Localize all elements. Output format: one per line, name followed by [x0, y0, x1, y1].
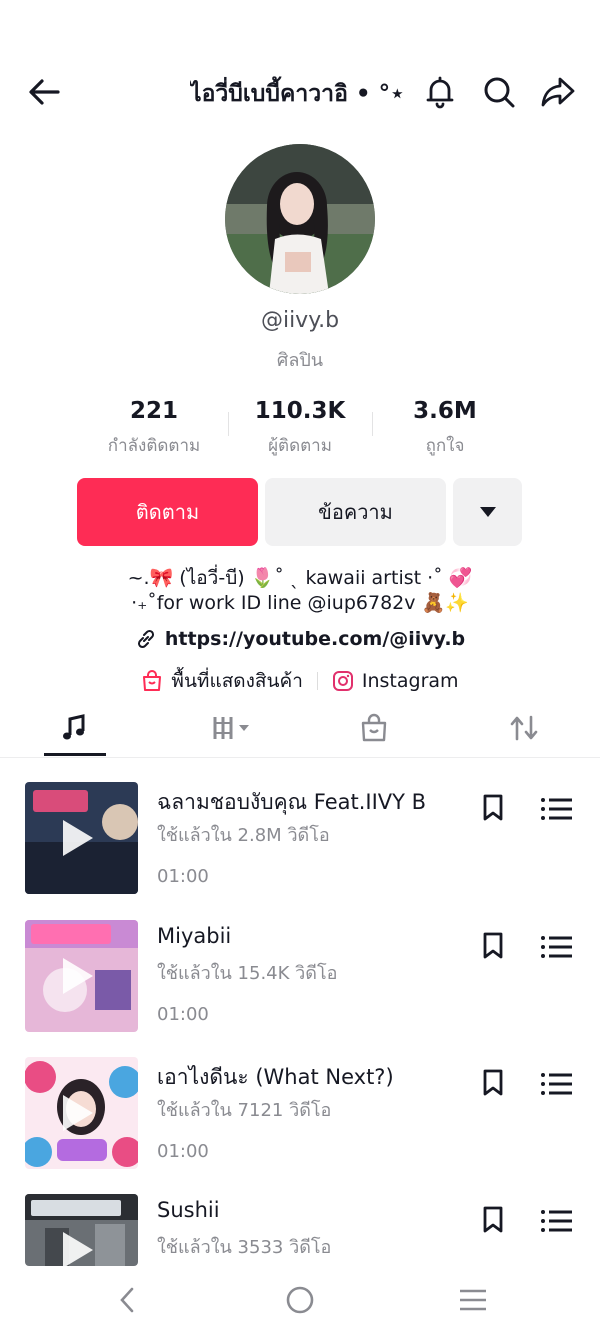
message-button[interactable]: ข้อความ: [265, 478, 446, 546]
instagram-icon: [332, 671, 353, 691]
system-recents-button[interactable]: [453, 1282, 493, 1318]
music-icon: [63, 714, 85, 740]
menu-lines-icon: [460, 1289, 486, 1311]
link-icon: [137, 629, 154, 649]
song-options-icon[interactable]: [540, 1206, 574, 1236]
arrow-left-icon: [29, 79, 60, 105]
repost-icon: [510, 715, 538, 741]
song-thumbnail[interactable]: [25, 1057, 138, 1169]
system-back-button[interactable]: [107, 1282, 147, 1318]
play-icon: [63, 1095, 93, 1131]
stat-label: กำลังติดตาม: [107, 436, 201, 456]
song-duration: 01:00: [157, 866, 209, 887]
list-item[interactable]: เอาไงดีนะ (What Next?) ใช้แล้วใน 7121 วิ…: [0, 1057, 600, 1177]
play-icon: [63, 958, 93, 994]
tab-videos[interactable]: [200, 708, 260, 748]
avatar[interactable]: [225, 144, 375, 294]
play-icon: [63, 820, 93, 856]
song-thumbnail[interactable]: [25, 782, 138, 894]
stat-divider: [372, 412, 373, 436]
song-uses: ใช้แล้วใน 2.8M วิดีโอ: [157, 825, 330, 846]
play-icon: [63, 1232, 93, 1266]
avatar-image: [225, 144, 375, 294]
bookmark-icon[interactable]: [478, 792, 508, 822]
back-button[interactable]: [22, 70, 66, 114]
bookmark-icon[interactable]: [478, 930, 508, 960]
circle-home-icon: [286, 1286, 314, 1314]
share-icon: [541, 77, 575, 107]
profile-extras: พื้นที่แสดงสินค้า Instagram: [0, 666, 600, 696]
active-tab-indicator: [44, 753, 106, 756]
shop-bag-icon: [361, 713, 387, 742]
link-text: https://youtube.com/@iivy.b: [164, 628, 466, 650]
list-item[interactable]: Miyabii ใช้แล้วใน 15.4K วิดีโอ 01:00: [0, 920, 600, 1040]
chevron-left-icon: [120, 1287, 134, 1313]
song-title: เอาไงดีนะ (What Next?): [157, 1065, 394, 1089]
song-title: Sushii: [157, 1198, 220, 1222]
system-home-button[interactable]: [280, 1282, 320, 1318]
bio-line: ·₊˚for work ID line @iup6782v 🧸✨: [131, 592, 469, 614]
song-thumbnail[interactable]: [25, 1194, 138, 1266]
separator: [316, 672, 318, 690]
profile-link[interactable]: https://youtube.com/@iivy.b: [0, 628, 600, 650]
song-uses: ใช้แล้วใน 7121 วิดีโอ: [157, 1100, 332, 1121]
stat-value: 3.6M: [413, 398, 477, 424]
instagram-label: Instagram: [361, 670, 459, 692]
song-options-icon[interactable]: [540, 932, 574, 962]
profile-handle: @iivy.b: [260, 308, 340, 333]
stat-followers[interactable]: 110.3K ผู้ติดตาม: [230, 398, 370, 459]
more-options-button[interactable]: [453, 478, 522, 546]
profile-stats: 221 กำลังติดตาม 110.3K ผู้ติดตาม 3.6M ถู…: [0, 398, 600, 468]
bell-icon: [426, 76, 454, 109]
tab-shop[interactable]: [344, 708, 404, 748]
instagram-link[interactable]: Instagram: [332, 670, 459, 692]
profile-role: ศิลปิน: [276, 350, 324, 371]
showcase-link[interactable]: พื้นที่แสดงสินค้า: [141, 666, 303, 696]
page-title: ไอวี่บีเบบี้คาวาอิ • °⋆: [190, 81, 405, 107]
tab-reposts[interactable]: [494, 708, 554, 748]
grid-icon: [213, 717, 249, 739]
stat-divider: [228, 412, 229, 436]
notifications-button[interactable]: [418, 70, 462, 114]
top-bar: ไอวี่บีเบบี้คาวาอิ • °⋆: [0, 60, 600, 124]
stat-value: 221: [129, 398, 178, 424]
tab-music[interactable]: [44, 708, 104, 748]
song-duration: 01:00: [157, 1004, 209, 1025]
bookmark-icon[interactable]: [478, 1067, 508, 1097]
search-icon: [484, 77, 515, 108]
content-tabs: [0, 700, 600, 758]
share-button[interactable]: [536, 70, 580, 114]
song-duration: 01:00: [157, 1141, 209, 1162]
caret-down-icon: [479, 507, 496, 517]
bio-line: ~.🎀 (ไอวี่-บี) 🌷˚ ˎ kawaii artist ·˚ 💞: [127, 567, 473, 589]
stat-value: 110.3K: [254, 398, 346, 424]
list-item[interactable]: ฉลามชอบงับคุณ Feat.IIVY B ใช้แล้วใน 2.8M…: [0, 782, 600, 902]
song-options-icon[interactable]: [540, 794, 574, 824]
follow-button[interactable]: ติดตาม: [77, 478, 258, 546]
song-title: ฉลามชอบงับคุณ Feat.IIVY B: [157, 790, 427, 814]
stat-following[interactable]: 221 กำลังติดตาม: [84, 398, 224, 459]
stat-label: ถูกใจ: [425, 436, 465, 456]
system-nav-bar: [0, 1266, 600, 1333]
bookmark-icon[interactable]: [478, 1204, 508, 1234]
showcase-label: พื้นที่แสดงสินค้า: [171, 670, 303, 692]
stat-likes[interactable]: 3.6M ถูกใจ: [375, 398, 515, 459]
song-title: Miyabii: [157, 924, 232, 948]
song-uses: ใช้แล้วใน 3533 วิดีโอ: [157, 1237, 332, 1258]
search-button[interactable]: [477, 70, 521, 114]
song-options-icon[interactable]: [540, 1069, 574, 1099]
shop-bag-icon: [143, 670, 162, 691]
stat-label: ผู้ติดตาม: [268, 436, 332, 456]
song-uses: ใช้แล้วใน 15.4K วิดีโอ: [157, 963, 338, 984]
song-thumbnail[interactable]: [25, 920, 138, 1032]
